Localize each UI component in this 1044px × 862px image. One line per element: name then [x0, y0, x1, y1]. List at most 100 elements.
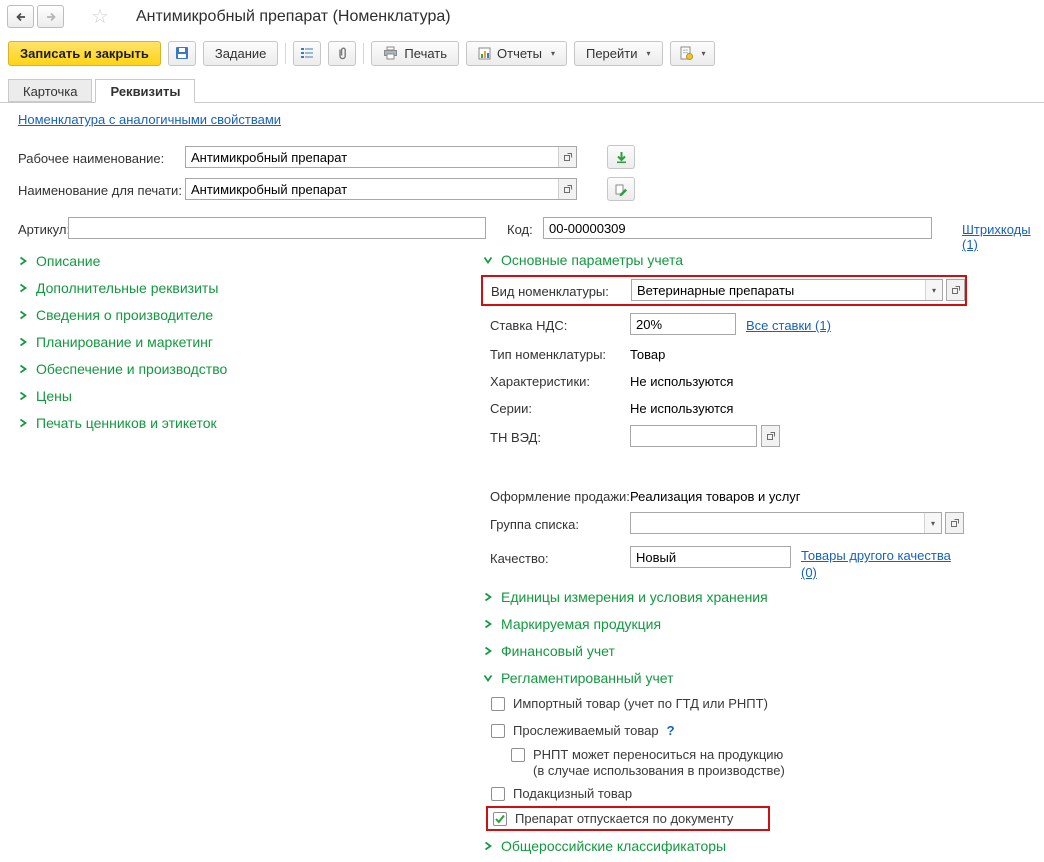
working-name-open-button[interactable]	[558, 147, 576, 167]
toolbar: Записать и закрыть Задание Печать Отчеты…	[8, 40, 715, 66]
vat-label: Ставка НДС:	[490, 318, 568, 333]
section-labels-tags-print[interactable]: Печать ценников и этикеток	[18, 415, 217, 431]
section-classifiers[interactable]: Общероссийские классификаторы	[483, 838, 726, 854]
quality-input[interactable]	[630, 546, 791, 568]
checkbox-unchecked-icon[interactable]	[511, 748, 525, 762]
nomenclature-kind-open-button[interactable]	[946, 279, 965, 301]
section-planning-marketing[interactable]: Планирование и маркетинг	[18, 334, 213, 350]
section-marked-products[interactable]: Маркируемая продукция	[483, 616, 661, 632]
dispensed-by-document-highlight: Препарат отпускается по документу	[486, 806, 770, 831]
chevron-down-icon	[483, 257, 493, 264]
chevron-down-icon: ▾	[931, 285, 936, 295]
more-actions-button[interactable]: ▾	[669, 40, 715, 66]
chevron-right-icon	[20, 364, 27, 374]
chevron-down-icon: ▾	[550, 48, 555, 58]
nomenclature-kind-combo[interactable]: Ветеринарные препараты ▾	[631, 279, 943, 301]
code-label: Код:	[507, 222, 533, 237]
traceable-goods-checkbox-row[interactable]: Прослеживаемый товар ?	[491, 723, 675, 738]
nomenclature-type-value: Товар	[630, 347, 666, 362]
section-label: Планирование и маркетинг	[36, 334, 214, 350]
chevron-right-icon	[20, 256, 27, 266]
checkbox-unchecked-icon[interactable]	[491, 724, 505, 738]
attachments-button[interactable]	[328, 40, 357, 66]
section-units-storage[interactable]: Единицы измерения и условия хранения	[483, 589, 768, 605]
code-fieldwrap	[543, 217, 932, 239]
excise-goods-checkbox-row[interactable]: Подакцизный товар	[491, 786, 632, 801]
back-button[interactable]	[7, 5, 34, 28]
section-main-accounting-params[interactable]: Основные параметры учета	[483, 252, 683, 268]
section-description[interactable]: Описание	[18, 253, 100, 269]
chevron-down-icon: ▾	[930, 518, 935, 528]
print-button[interactable]: Печать	[371, 40, 460, 66]
rnpt-transfer-label: РНПТ может переноситься на продукцию (в …	[533, 747, 785, 779]
section-manufacturer-info[interactable]: Сведения о производителе	[18, 307, 213, 323]
reports-button[interactable]: Отчеты ▾	[466, 40, 567, 66]
list-group-dropdown-button[interactable]: ▾	[924, 513, 941, 533]
green-arrow-down-icon	[616, 151, 626, 163]
section-label: Регламентированный учет	[501, 670, 674, 686]
vat-input[interactable]	[630, 313, 736, 335]
open-icon	[563, 185, 572, 193]
goto-button[interactable]: Перейти ▾	[573, 40, 663, 66]
list-group-combo[interactable]: ▾	[630, 512, 942, 534]
save-and-close-button[interactable]: Записать и закрыть	[8, 40, 161, 66]
list-button[interactable]	[293, 40, 322, 66]
edit-print-name-button[interactable]	[607, 177, 635, 201]
rnpt-transfer-label-line2: (в случае использования в производстве)	[533, 763, 785, 778]
create-document-icon	[680, 46, 693, 60]
import-goods-checkbox-row[interactable]: Импортный товар (учет по ГТД или РНПТ)	[491, 696, 768, 711]
barcodes-link[interactable]: Штрихкоды (1)	[962, 222, 1044, 252]
article-input[interactable]	[68, 217, 486, 239]
nomenclature-kind-dropdown-button[interactable]: ▾	[925, 280, 942, 300]
tab-card[interactable]: Карточка	[8, 79, 93, 102]
working-name-fieldwrap	[185, 146, 577, 168]
section-regulated-accounting[interactable]: Регламентированный учет	[483, 670, 674, 686]
other-quality-link[interactable]: Товары другого качества (0)	[801, 547, 953, 581]
chevron-right-icon	[485, 619, 492, 629]
checkbox-unchecked-icon[interactable]	[491, 787, 505, 801]
checkbox-checked-icon[interactable]	[493, 811, 507, 826]
copy-working-name-button[interactable]	[607, 145, 635, 169]
working-name-input[interactable]	[185, 146, 577, 168]
open-icon	[951, 286, 960, 294]
code-input[interactable]	[543, 217, 932, 239]
similar-properties-link[interactable]: Номенклатура с аналогичными свойствами	[18, 112, 281, 127]
print-name-open-button[interactable]	[558, 179, 576, 199]
article-fieldwrap	[68, 217, 486, 239]
section-additional-requisites[interactable]: Дополнительные реквизиты	[18, 280, 218, 296]
check-icon	[495, 814, 505, 824]
nomenclature-type-label: Тип номенклатуры:	[490, 347, 607, 362]
favorite-star-icon[interactable]: ☆	[91, 7, 109, 27]
save-button[interactable]	[167, 40, 196, 66]
import-goods-label: Импортный товар (учет по ГТД или РНПТ)	[513, 696, 768, 711]
reports-button-label: Отчеты	[497, 45, 542, 61]
chevron-down-icon: ▾	[701, 48, 706, 58]
rnpt-transfer-label-line1: РНПТ может переноситься на продукцию	[533, 747, 784, 762]
excise-goods-label: Подакцизный товар	[513, 786, 633, 801]
forward-button[interactable]	[37, 5, 64, 28]
series-value: Не используются	[630, 401, 734, 416]
arrow-left-icon	[15, 12, 25, 21]
dispensed-by-document-checkbox-row[interactable]: Препарат отпускается по документу	[488, 808, 768, 826]
section-prices[interactable]: Цены	[18, 388, 72, 404]
chevron-right-icon	[20, 310, 27, 320]
task-button[interactable]: Задание	[202, 40, 279, 66]
chevron-right-icon	[20, 283, 27, 293]
traceable-help-link[interactable]: ?	[667, 723, 675, 738]
section-label: Обеспечение и производство	[36, 361, 228, 377]
rnpt-transfer-checkbox-row[interactable]: РНПТ может переноситься на продукцию (в …	[511, 747, 785, 779]
section-label: Финансовый учет	[501, 643, 615, 659]
section-label: Описание	[36, 253, 101, 269]
tnved-open-button[interactable]	[761, 425, 780, 447]
chevron-right-icon	[485, 592, 492, 602]
tab-requisites[interactable]: Реквизиты	[95, 79, 196, 103]
print-name-input[interactable]	[185, 178, 577, 200]
section-financial-accounting[interactable]: Финансовый учет	[483, 643, 615, 659]
section-label: Цены	[36, 388, 72, 404]
chevron-right-icon	[20, 337, 27, 347]
all-rates-link[interactable]: Все ставки (1)	[746, 318, 831, 333]
section-supply-production[interactable]: Обеспечение и производство	[18, 361, 227, 377]
checkbox-unchecked-icon[interactable]	[491, 697, 505, 711]
tnved-input[interactable]	[630, 425, 757, 447]
list-group-open-button[interactable]	[945, 512, 964, 534]
